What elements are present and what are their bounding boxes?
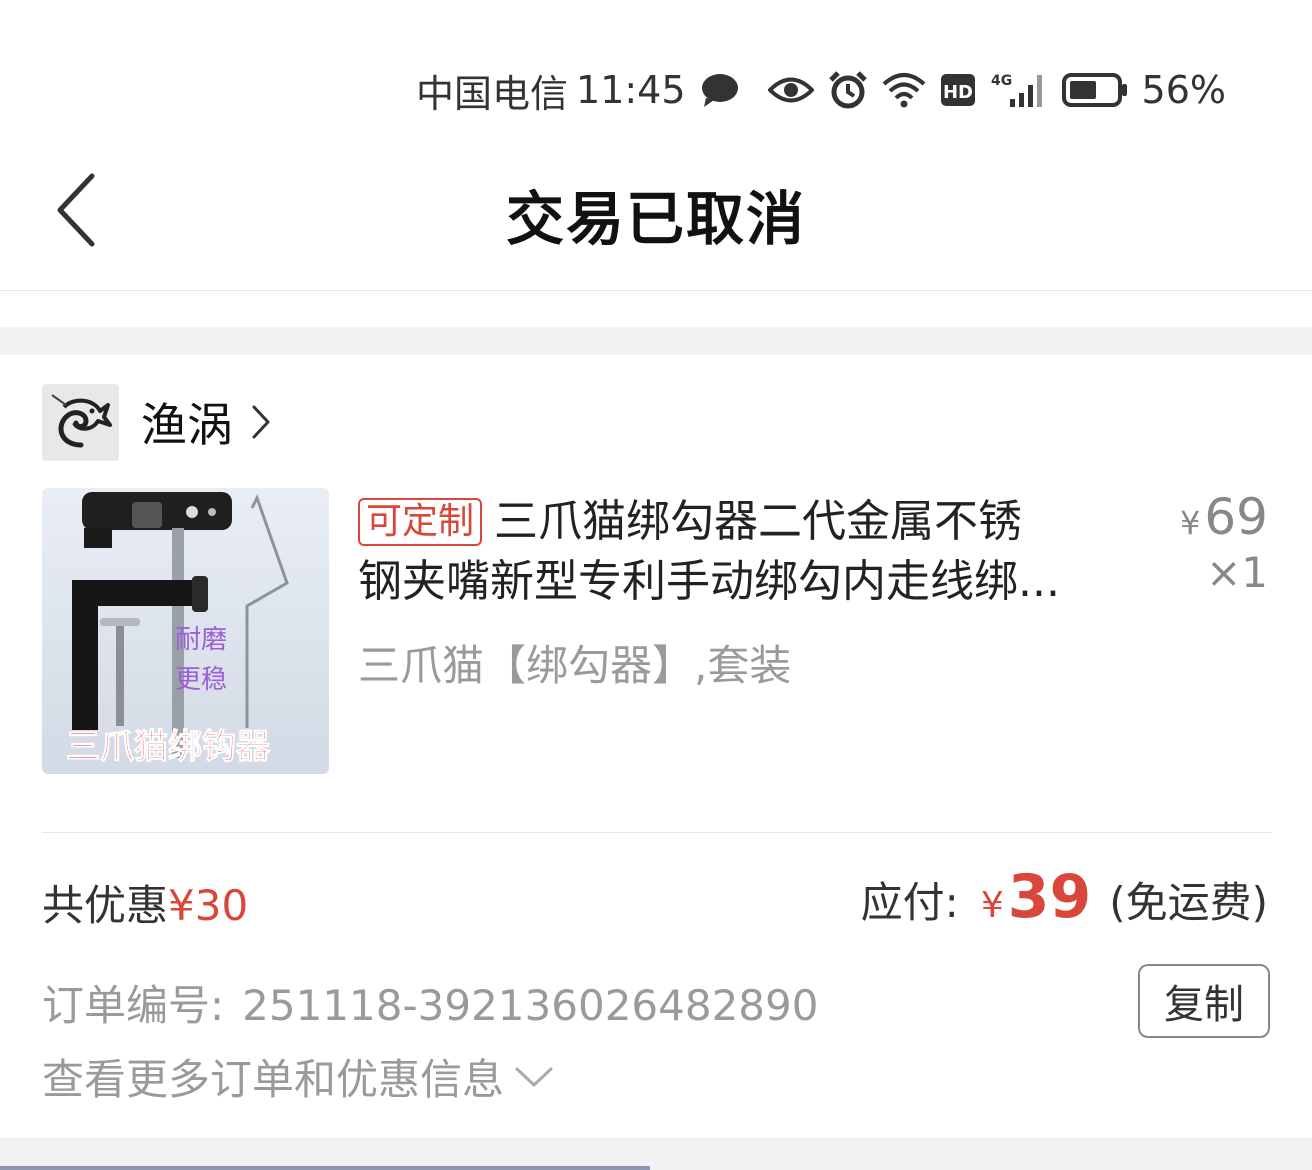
shipping-note: (免运费) [1109,878,1268,927]
scroll-indicator [0,1166,650,1170]
more-info-toggle[interactable]: 查看更多订单和优惠信息 [42,1046,554,1107]
product-price: 69 [1204,488,1268,546]
nav-bar: 交易已取消 [0,150,1312,291]
price-symbol: ¥ [1180,504,1201,542]
image-side-text-2: 更稳 [175,665,227,695]
network-type: 4G [991,73,1012,89]
shop-header[interactable]: 渔涡 [42,383,271,461]
section-gap [0,327,1312,355]
product-price-block: ¥69 ×1 [1180,488,1268,597]
hd-icon: HD [940,73,976,107]
chevron-right-icon [251,404,271,440]
page-title: 交易已取消 [505,185,806,253]
chevron-down-icon [514,1065,554,1089]
product-title-line-2: 钢夹嘴新型专利手动绑勾内走线绑... [358,556,1060,607]
clock: 11:45 [576,68,686,112]
status-bar: 中国电信 11:45 HD 4G 56% [0,0,1312,150]
carrier-label: 中国电信 [416,71,569,116]
signal-icon: 4G [990,71,1048,109]
battery-icon [1061,73,1128,107]
status-bar-content: 中国电信 11:45 HD 4G 56% [416,62,1226,118]
fish-logo-icon [42,383,119,461]
order-number-value: 251118-392136026482890 [242,981,819,1030]
order-number: 订单编号: 251118-392136026482890 [42,972,818,1033]
pay-amount: 39 [1007,862,1092,932]
eye-icon [767,75,814,105]
product-image[interactable]: 耐磨 更稳 三爪猫绑钩器 [42,488,329,774]
message-icon [700,72,740,108]
shop-name: 渔涡 [141,398,233,452]
product-title-line-1: 三爪猫绑勾器二代金属不锈 [494,496,1023,547]
section-gap-bottom [0,1138,1312,1170]
hd-text: HD [943,82,973,103]
pay-label: 应付: [860,878,959,927]
image-caption: 三爪猫绑钩器 [66,727,271,767]
copy-button[interactable]: 复制 [1138,964,1270,1038]
wifi-icon [882,72,926,108]
more-info-label: 查看更多订单和优惠信息 [42,1055,505,1104]
product-variant: 三爪猫【绑勾器】,套装 [358,641,792,690]
customizable-tag: 可定制 [358,498,483,546]
discount-label: 共优惠 [42,881,169,930]
discount-summary: 共优惠¥30 [42,872,248,933]
payable-summary: 应付: ¥ 39 (免运费) [861,862,1268,932]
battery-percent: 56% [1141,68,1226,112]
image-side-text-1: 耐磨 [175,625,227,655]
divider [42,832,1271,833]
pay-currency: ¥ [980,885,1004,926]
product-quantity: ×1 [1206,548,1268,597]
product-title[interactable]: 可定制 三爪猫绑勾器二代金属不锈 钢夹嘴新型专利手动绑勾内走线绑... [358,492,1138,612]
discount-value: ¥30 [168,881,249,930]
order-number-label: 订单编号: [42,981,225,1030]
alarm-icon [828,70,868,110]
